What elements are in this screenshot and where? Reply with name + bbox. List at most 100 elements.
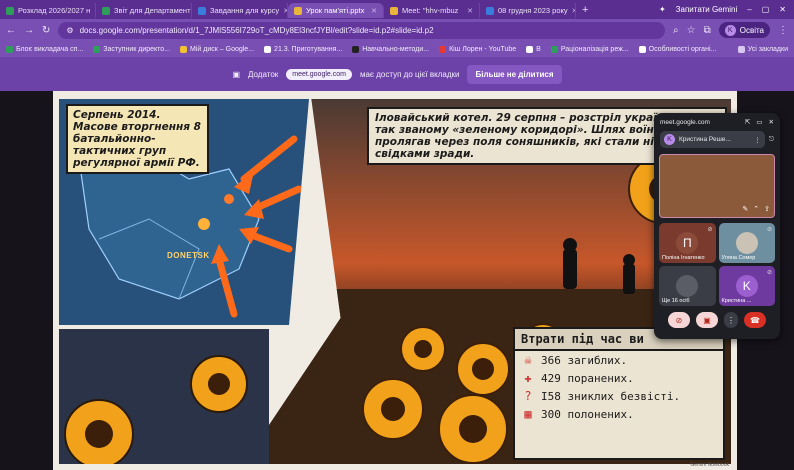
bookmark-favicon-icon — [6, 45, 13, 53]
pip-close-icon[interactable]: ✕ — [769, 118, 774, 126]
bookmarks-bar: Блоє викладача сп... Заступник директо..… — [0, 41, 794, 57]
close-tab-icon[interactable]: ✕ — [572, 7, 575, 15]
meet-icon — [390, 6, 398, 15]
bookmark-item[interactable]: Кіш Лорен - YouTube — [439, 45, 516, 53]
browser-tab[interactable]: Розклад 2026/2027 н✕ — [0, 3, 96, 18]
stat-row: ✚ 429 поранених. — [515, 369, 723, 387]
drive-icon — [180, 45, 188, 53]
participant-tile[interactable]: Ще 16 осіб — [659, 266, 716, 306]
avatar: K — [664, 134, 675, 145]
meet-user-row: K Кристина Реше... ⋮ ⎋ — [660, 131, 774, 148]
mic-off-icon: ⊘ — [707, 227, 713, 233]
gemini-button[interactable]: ✦ Запитати Gemini – ▢ ✕ — [659, 5, 794, 14]
search-icon[interactable]: ⌕ — [673, 25, 679, 36]
more-options-icon[interactable]: ⋮ — [724, 312, 738, 328]
folder-icon — [737, 45, 745, 53]
mic-off-icon: ⊘ — [766, 227, 772, 233]
participant-tile[interactable]: ⊘ K Кристина ... — [718, 266, 775, 306]
map-city-label: DONETSK — [167, 251, 210, 260]
mic-off-icon[interactable]: ⊘ — [668, 312, 690, 328]
bookmark-item[interactable]: Навчально-методи... — [352, 45, 429, 53]
presentation-preview[interactable]: ✎ ⌃ ⇪ — [659, 154, 775, 218]
globe-icon — [526, 45, 534, 53]
sunflowers-illustration — [64, 355, 248, 464]
mic-off-icon: ⊘ — [766, 270, 772, 276]
pip-expand-icon[interactable]: ▭ — [756, 118, 762, 126]
close-tab-icon[interactable]: ✕ — [467, 7, 473, 15]
browser-tab[interactable]: Звіт для Департамент✕ — [96, 3, 192, 18]
stop-sharing-button[interactable]: Більше не ділитися — [467, 64, 562, 84]
tab-bar: Розклад 2026/2027 н✕ Звіт для Департамен… — [0, 0, 794, 19]
maximize-icon[interactable]: ▢ — [762, 5, 770, 14]
more-icon[interactable]: ⋮ — [754, 136, 761, 144]
hang-up-icon[interactable]: ☎ — [744, 312, 766, 328]
browser-tab[interactable]: Meet: "hhv-mbuz ✕ — [384, 3, 480, 18]
skull-icon: ☠ — [524, 353, 532, 367]
screen-share-icon: ▣ — [232, 69, 241, 79]
avatar: П — [676, 232, 699, 254]
bookmark-item[interactable]: Раціоналізація реж... — [550, 45, 629, 53]
meet-header: meet.google.com ⇱ ▭ ✕ — [654, 113, 780, 131]
watermark: Gemini Notebook — [690, 462, 729, 468]
slides-icon — [294, 6, 302, 15]
prison-icon: ▦ — [524, 407, 532, 421]
youtube-icon — [439, 45, 447, 53]
share-icon[interactable]: ⇪ — [764, 205, 770, 213]
bookmark-item[interactable]: 21.3. Приготування... — [264, 45, 342, 53]
close-window-icon[interactable]: ✕ — [779, 5, 786, 14]
bookmark-item[interactable]: Заступник директо... — [93, 45, 170, 53]
reload-icon[interactable]: ↻ — [42, 25, 50, 36]
sheets-icon — [6, 6, 14, 15]
cross-icon: ✚ — [524, 371, 532, 385]
globe-icon — [264, 45, 272, 53]
back-icon[interactable]: ← — [6, 25, 16, 36]
extensions-icon[interactable]: ⧉ — [704, 25, 711, 36]
bookmark-item[interactable]: B — [526, 45, 541, 53]
browser-tab[interactable]: 08 грудня 2023 року✕ — [480, 3, 576, 18]
meet-controls: ⊘ ▣ ⋮ ☎ — [654, 312, 780, 328]
all-bookmarks-button[interactable]: Усі закладки — [737, 45, 788, 53]
classroom-icon — [198, 6, 206, 15]
participant-tile[interactable]: ⊘ Уляна Сомер — [718, 223, 775, 263]
participants-grid: ⊘ П Поліна Ігнатенко ⊘ Уляна Сомер Ще 16… — [659, 223, 775, 306]
losses-panel: Втрати під час ви ☠ 366 загиблих. ✚ 429 по… — [513, 327, 725, 460]
meet-domain: meet.google.com — [660, 118, 710, 126]
menu-icon[interactable]: ⋮ — [778, 25, 788, 36]
meet-pip-window: meet.google.com ⇱ ▭ ✕ K Кристина Реше...… — [654, 113, 780, 339]
sunflower-panel — [59, 329, 269, 464]
browser-tab-active[interactable]: Урок пам'яті.pptx ✕ — [288, 3, 384, 18]
avatar: K — [724, 24, 736, 36]
avatar: K — [735, 275, 758, 297]
browser-tab[interactable]: Завдання для курсу✕ — [192, 3, 288, 18]
sheets-icon — [550, 45, 558, 53]
pen-icon[interactable]: ✎ — [742, 205, 748, 213]
profile-button[interactable]: K Освіта — [718, 22, 770, 38]
bookmark-star-icon[interactable]: ☆ — [687, 25, 696, 36]
close-tab-icon[interactable]: ✕ — [371, 7, 377, 15]
gemini-icon: ✦ — [658, 5, 666, 14]
bookmark-item[interactable]: Мій диск – Google... — [180, 45, 254, 53]
docs-icon — [486, 6, 494, 15]
minimize-icon[interactable]: – — [747, 5, 751, 14]
site-info-icon[interactable]: ⚙ — [66, 26, 73, 35]
avatar — [735, 232, 758, 254]
globe-icon — [638, 45, 646, 53]
bookmark-item[interactable]: Особливості органі... — [638, 45, 716, 53]
stat-row: ? I58 зниклих безвісті. — [515, 387, 723, 405]
stat-row: ▦ 300 полонених. — [515, 405, 723, 423]
chevron-up-icon[interactable]: ⌃ — [753, 205, 759, 213]
meet-account-chip[interactable]: K Кристина Реше... ⋮ — [660, 131, 765, 148]
leave-pip-icon[interactable]: ⎋ — [769, 136, 774, 144]
slide-caption-august: Серпень 2014. Масове вторгнення 8 баталь… — [66, 104, 209, 175]
url-field[interactable]: ⚙ docs.google.com/presentation/d/1_7JMlS… — [58, 21, 665, 39]
new-tab-button[interactable]: + — [582, 4, 588, 16]
pip-return-icon[interactable]: ⇱ — [745, 118, 750, 126]
participant-tile[interactable]: ⊘ П Поліна Ігнатенко — [659, 223, 716, 263]
forward-icon[interactable]: → — [24, 25, 34, 36]
bookmark-favicon-icon — [352, 45, 360, 53]
bookmark-item[interactable]: Блоє викладача сп... — [6, 45, 83, 53]
slide-canvas: DONETSK Серпень 2014. Масове вторгнення … — [53, 91, 737, 470]
bookmark-favicon-icon — [93, 45, 101, 53]
sheets-icon — [102, 6, 110, 15]
camera-off-icon[interactable]: ▣ — [696, 312, 718, 328]
